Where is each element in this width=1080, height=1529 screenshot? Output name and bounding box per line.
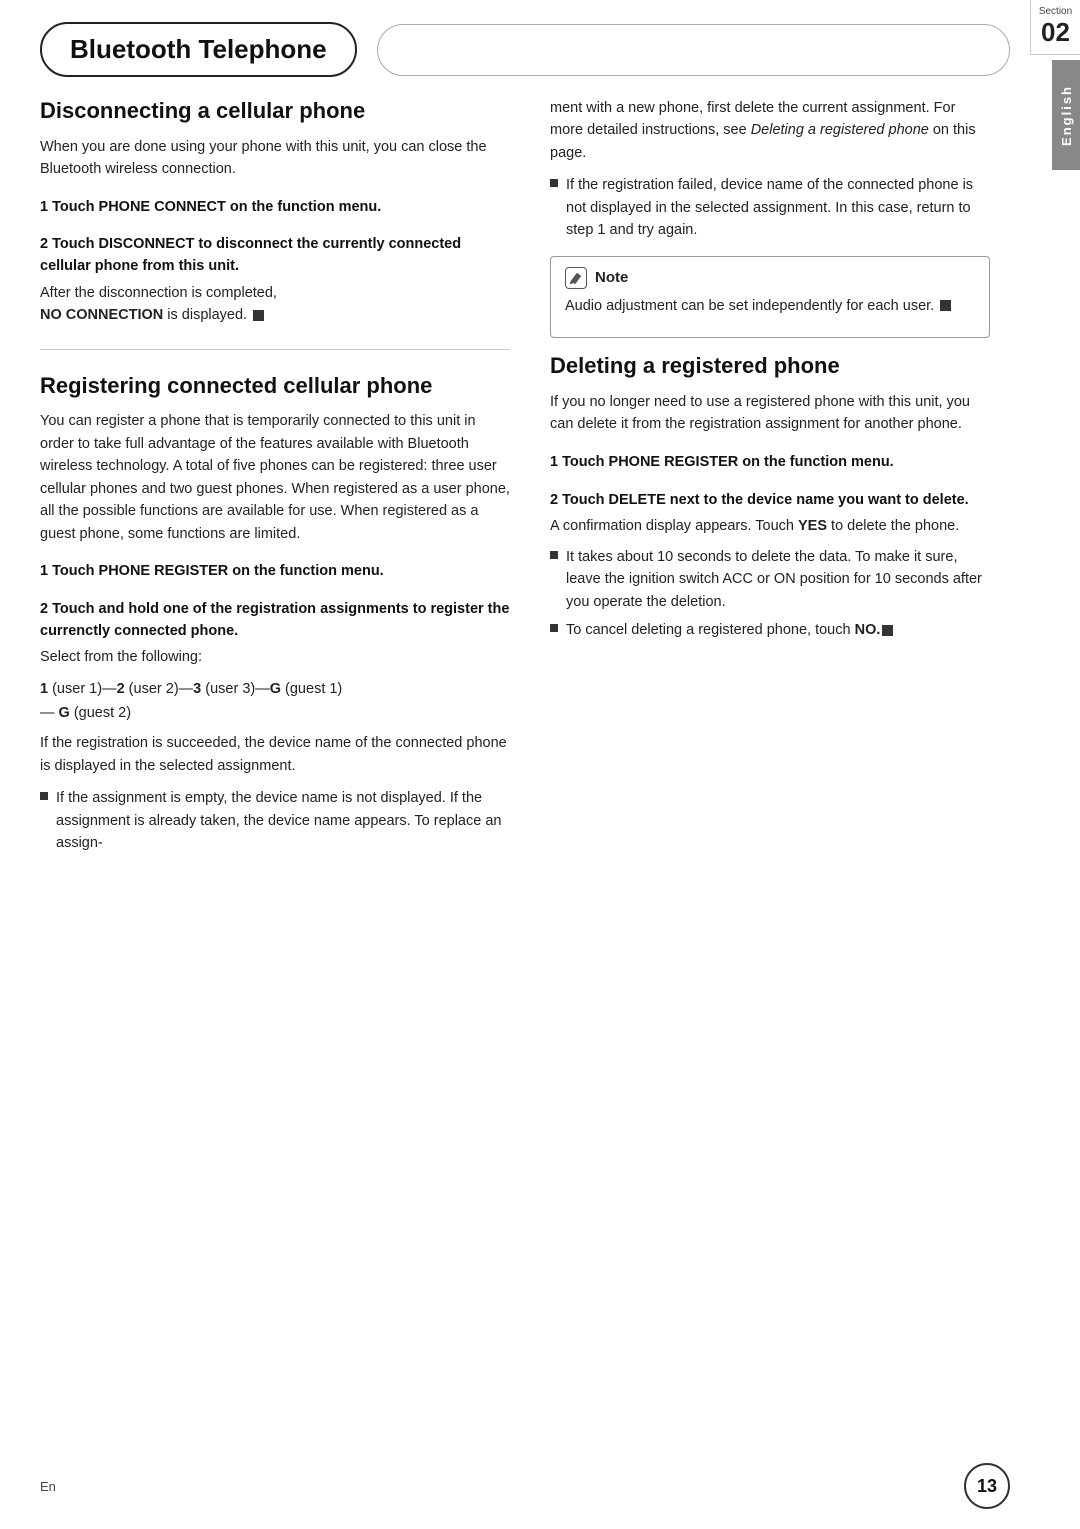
header-right-pill (377, 24, 1010, 76)
page: Section 02 English Bluetooth Telephone D… (0, 0, 1080, 1529)
bullet-registration-failed: If the registration failed, device name … (550, 174, 990, 241)
stop-symbol-note (940, 300, 951, 311)
bullet-icon-1 (40, 792, 48, 800)
register-step2-heading: 2 Touch and hold one of the registration… (40, 599, 510, 643)
deleting-intro: If you no longer need to use a registere… (550, 391, 990, 436)
pencil-icon (569, 271, 583, 285)
section-deleting: Deleting a registered phone If you no lo… (550, 352, 990, 641)
note-icon (565, 267, 587, 289)
section-divider (40, 349, 510, 350)
right-column: ment with a new phone, first delete the … (550, 97, 1040, 860)
delete-step1-heading: 1 Touch PHONE REGISTER on the function m… (550, 452, 990, 474)
left-column: Disconnecting a cellular phone When you … (40, 97, 510, 860)
section-number: 02 (1035, 17, 1076, 48)
bullet-10seconds: It takes about 10 seconds to delete the … (550, 546, 990, 613)
content-area: Disconnecting a cellular phone When you … (0, 87, 1080, 890)
section-box: Section 02 (1030, 0, 1080, 55)
page-title: Bluetooth Telephone (40, 22, 357, 77)
no-connection-text: NO CONNECTION (40, 307, 163, 323)
register-step2-body: Select from the following: (40, 646, 510, 668)
user-sequence: 1 (user 1)—2 (user 2)—3 (user 3)—G (gues… (40, 677, 510, 726)
disconnect-step1-heading: 1 Touch PHONE CONNECT on the function me… (40, 197, 510, 219)
stop-symbol (253, 310, 264, 321)
footer: En 13 (40, 1463, 1010, 1509)
disconnect-step2-heading: 2 Touch DISCONNECT to disconnect the cur… (40, 234, 510, 278)
bullet-assignment-empty: If the assignment is empty, the device n… (40, 787, 510, 854)
disconnecting-title: Disconnecting a cellular phone (40, 97, 510, 126)
footer-page: 13 (964, 1463, 1010, 1509)
bullet-icon-4 (550, 624, 558, 632)
bullet-text-3: It takes about 10 seconds to delete the … (566, 546, 990, 613)
register-sequence-detail: If the registration is succeeded, the de… (40, 732, 510, 777)
language-label: English (1059, 85, 1074, 146)
note-box: Note Audio adjustment can be set indepen… (550, 256, 990, 338)
bullet-text-1: If the assignment is empty, the device n… (56, 787, 510, 854)
deleting-title: Deleting a registered phone (550, 352, 990, 381)
registering-intro: You can register a phone that is tempora… (40, 410, 510, 545)
note-label: Note (595, 269, 628, 286)
header: Bluetooth Telephone (0, 0, 1080, 87)
section-disconnecting: Disconnecting a cellular phone When you … (40, 97, 510, 327)
bullet-cancel-delete: To cancel deleting a registered phone, t… (550, 619, 990, 641)
stop-symbol-no (882, 625, 893, 636)
bullet-text-2: If the registration failed, device name … (566, 174, 990, 241)
disconnecting-intro: When you are done using your phone with … (40, 136, 510, 181)
register-step1-heading: 1 Touch PHONE REGISTER on the function m… (40, 561, 510, 583)
no-text: NO. (855, 622, 881, 638)
registering-title: Registering connected cellular phone (40, 372, 510, 401)
delete-step2-heading: 2 Touch DELETE next to the device name y… (550, 490, 990, 512)
yes-text: YES (798, 518, 827, 534)
bullet-text-4: To cancel deleting a registered phone, t… (566, 619, 893, 641)
language-tab: English (1052, 60, 1080, 170)
bullet-icon-2 (550, 179, 558, 187)
note-header: Note (565, 267, 975, 289)
bullet-icon-3 (550, 551, 558, 559)
disconnect-step2-body: After the disconnection is completed, NO… (40, 282, 510, 327)
footer-lang: En (40, 1479, 56, 1494)
note-body: Audio adjustment can be set independentl… (565, 295, 975, 317)
cont-italic: Deleting a registered phone (751, 122, 929, 138)
cont-text: ment with a new phone, first delete the … (550, 97, 990, 164)
section-label: Section (1035, 6, 1076, 17)
delete-step2-body: A confirmation display appears. Touch YE… (550, 515, 990, 537)
section-registering: Registering connected cellular phone You… (40, 372, 510, 855)
